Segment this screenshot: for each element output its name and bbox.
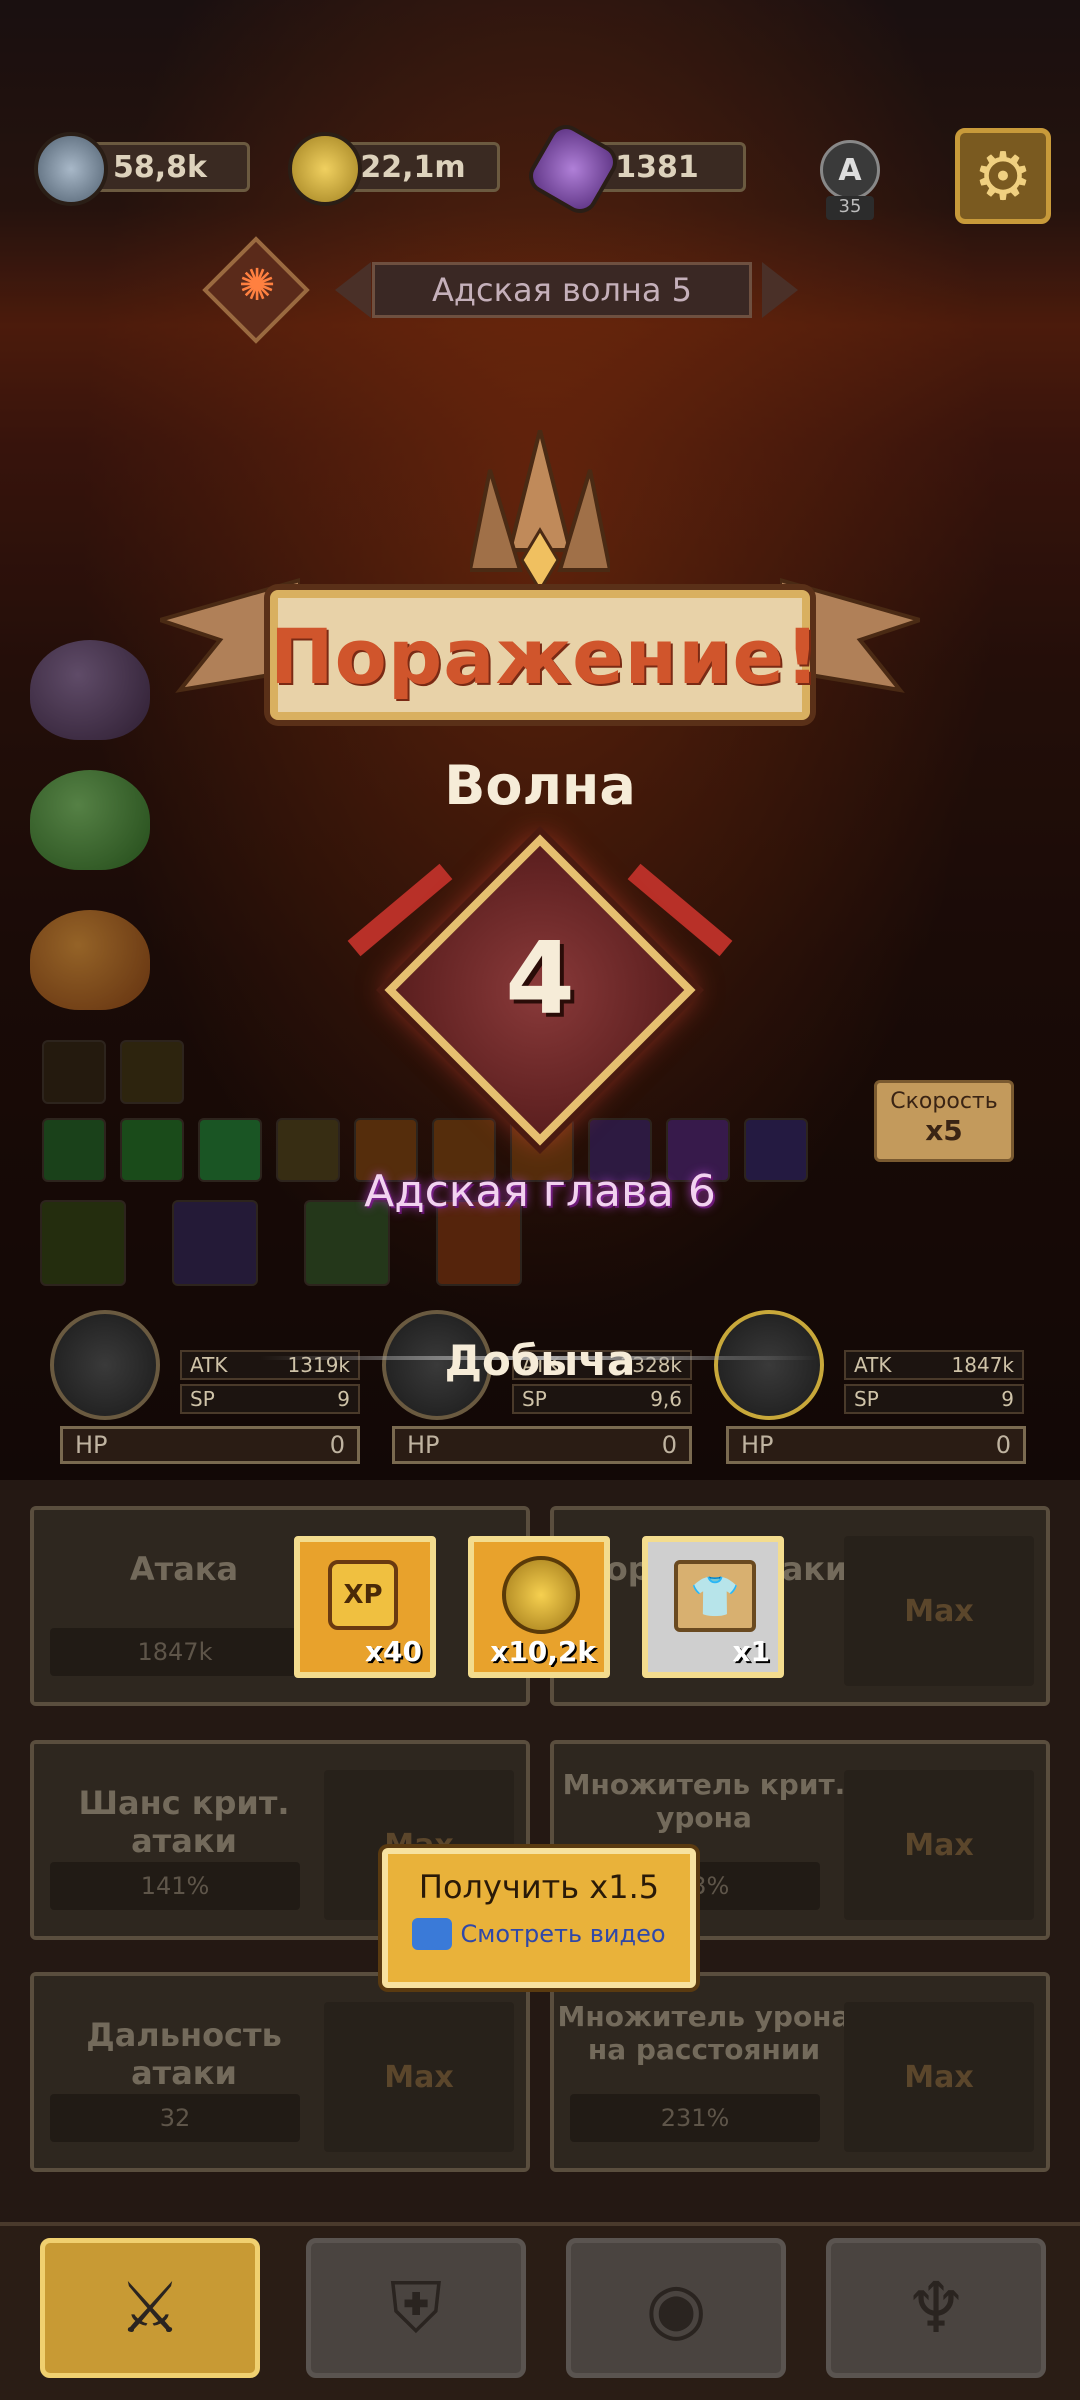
hp-value: 0	[995, 1431, 1011, 1459]
hero-card: ATK 1319k SP 9 HP 0	[40, 1310, 370, 1470]
shield-tab-icon: ⛨	[389, 2266, 443, 2349]
speed-button[interactable]: Скорость x5	[874, 1080, 1014, 1162]
hp-label: HP	[407, 1431, 440, 1459]
hp-bar: HP 0	[392, 1426, 692, 1464]
speed-label: Скорость	[890, 1089, 998, 1114]
sp-value: 9	[1001, 1387, 1014, 1411]
video-icon	[412, 1918, 453, 1950]
loot-item-xp: XP x40	[294, 1536, 436, 1678]
sp-stat: SP 9	[844, 1384, 1024, 1414]
hp-bar: HP 0	[60, 1426, 360, 1464]
loot-item-gold: x10,2k	[468, 1536, 610, 1678]
shirt-scroll-icon: 👕	[674, 1560, 756, 1632]
settings-gear-icon[interactable]: ⚙	[955, 128, 1051, 224]
card-dim	[34, 1976, 526, 2168]
gold-coin-icon	[502, 1556, 580, 1634]
fire-icon: ✺	[238, 260, 276, 311]
rank-badge[interactable]: A	[820, 140, 880, 200]
wave-title: Адская волна 5	[372, 262, 752, 318]
card-dim	[554, 1976, 1046, 2168]
loot-quantity: x40	[364, 1635, 422, 1668]
watch-video-label: Смотреть видео	[460, 1920, 666, 1948]
wave-prev-arrow[interactable]	[335, 262, 371, 318]
loot-quantity: x1	[732, 1635, 770, 1668]
hero-avatar	[50, 1310, 160, 1420]
hp-value: 0	[661, 1431, 677, 1459]
hero-card: ATK 1328k SP 9,6 HP 0	[372, 1310, 702, 1470]
sword-wings-tab-icon: ♆	[904, 2267, 968, 2349]
sp-label: SP	[190, 1387, 215, 1411]
chapter-label: Адская глава 6	[364, 1166, 716, 1217]
sp-label: SP	[522, 1387, 547, 1411]
reward-get-label: Получить x1.5	[418, 1868, 660, 1906]
nav-tab-slime[interactable]: ◉	[566, 2238, 786, 2378]
card-dim	[34, 1510, 526, 1702]
hero-card: ATK 1847k SP 9 HP 0	[704, 1310, 1034, 1470]
loot-quantity: x10,2k	[490, 1635, 596, 1668]
atk-label: ATK	[190, 1353, 228, 1377]
battle-tab-icon: ⚔	[118, 2267, 182, 2349]
crown-ornament	[470, 430, 610, 593]
upgrade-card-attack-speed: Скорость атаки Max	[550, 1506, 1050, 1706]
upgrade-card-attack: Атака 1847k	[30, 1506, 530, 1706]
gold-coin-icon	[288, 132, 362, 206]
sp-value: 9,6	[650, 1387, 682, 1411]
upgrade-card-range-damage: Множитель урона на расстоянии 231% Max	[550, 1972, 1050, 2172]
wave-number: 4	[505, 920, 575, 1037]
sp-value: 9	[337, 1387, 350, 1411]
hp-value: 0	[329, 1431, 345, 1459]
nav-tab-shield[interactable]: ⛨	[306, 2238, 526, 2378]
nav-tab-battle[interactable]: ⚔	[40, 2238, 260, 2378]
sp-label: SP	[854, 1387, 879, 1411]
atk-stat: ATK 1847k	[844, 1350, 1024, 1380]
upgrade-card-attack-range: Дальность атаки 32 Max	[30, 1972, 530, 2172]
atk-value: 1847k	[951, 1353, 1014, 1377]
xp-icon: XP	[328, 1560, 398, 1630]
wave-next-arrow[interactable]	[762, 262, 798, 318]
sp-stat: SP 9,6	[512, 1384, 692, 1414]
hp-label: HP	[741, 1431, 774, 1459]
defeat-title: Поражение!	[270, 612, 821, 701]
speed-value: x5	[925, 1114, 963, 1147]
slime-tab-icon: ◉	[645, 2267, 707, 2349]
sp-stat: SP 9	[180, 1384, 360, 1414]
get-reward-button[interactable]: Получить x1.5 Смотреть видео	[382, 1848, 696, 1988]
watch-video: Смотреть видео	[388, 1918, 690, 1950]
hp-label: HP	[75, 1431, 108, 1459]
wave-label: Волна	[444, 754, 636, 817]
dim-overlay	[0, 0, 1080, 1480]
loot-label: Добыча	[444, 1336, 636, 1385]
card-dim	[554, 1510, 1046, 1702]
hero-avatar	[714, 1310, 824, 1420]
blue-coin-icon	[34, 132, 108, 206]
loot-item-outfit: 👕 x1	[642, 1536, 784, 1678]
atk-stat: ATK 1319k	[180, 1350, 360, 1380]
rank-level: 35	[826, 196, 874, 220]
hp-bar: HP 0	[726, 1426, 1026, 1464]
atk-label: ATK	[854, 1353, 892, 1377]
nav-tab-sword[interactable]: ♆	[826, 2238, 1046, 2378]
